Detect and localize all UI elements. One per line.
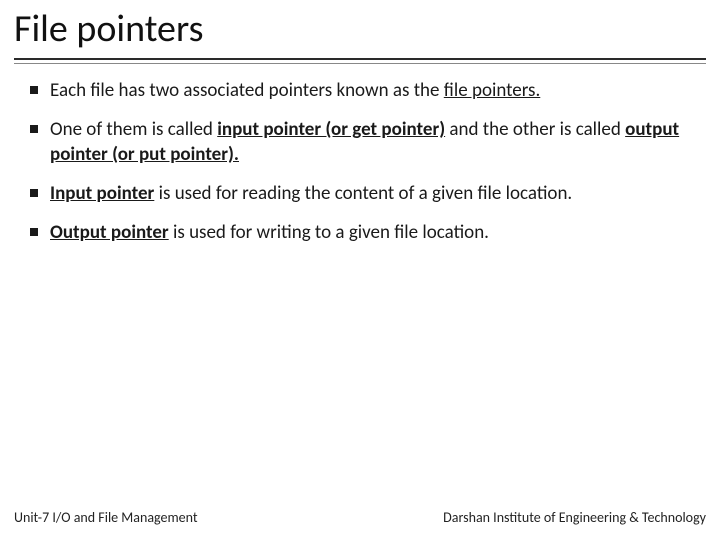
- bullet-text: Input pointer is used for reading the co…: [50, 181, 694, 206]
- bullet-text-em1: file pointers.: [444, 79, 540, 102]
- bullet-text-em1: Input pointer: [50, 182, 154, 205]
- bullet-text-mid: is used for writing to a given file loca…: [169, 221, 489, 244]
- bullet-text: Each file has two associated pointers kn…: [50, 78, 694, 103]
- footer-left: Unit-7 I/O and File Management: [14, 509, 198, 526]
- bullet-list: Each file has two associated pointers kn…: [0, 64, 720, 245]
- bullet-marker-icon: [30, 189, 38, 197]
- bullet-text: One of them is called input pointer (or …: [50, 117, 694, 167]
- bullet-text-pre: Each file has two associated pointers kn…: [50, 79, 444, 102]
- bullet-text: Output pointer is used for writing to a …: [50, 220, 694, 245]
- bullet-item: Output pointer is used for writing to a …: [30, 220, 694, 245]
- bullet-text-em1: Output pointer: [50, 221, 169, 244]
- bullet-marker-icon: [30, 125, 38, 133]
- title-rule-thick: [14, 58, 706, 60]
- bullet-marker-icon: [30, 86, 38, 94]
- footer: Unit-7 I/O and File Management Darshan I…: [0, 509, 720, 526]
- bullet-marker-icon: [30, 228, 38, 236]
- bullet-text-em1: input pointer (or get pointer): [217, 118, 445, 141]
- bullet-text-mid: and the other is called: [445, 118, 625, 141]
- slide: File pointers Each file has two associat…: [0, 0, 720, 540]
- bullet-item: Input pointer is used for reading the co…: [30, 181, 694, 206]
- title-block: File pointers: [0, 0, 720, 52]
- footer-right: Darshan Institute of Engineering & Techn…: [443, 509, 706, 526]
- slide-title: File pointers: [14, 6, 720, 52]
- bullet-item: One of them is called input pointer (or …: [30, 117, 694, 167]
- bullet-text-mid: is used for reading the content of a giv…: [154, 182, 572, 205]
- bullet-item: Each file has two associated pointers kn…: [30, 78, 694, 103]
- bullet-text-pre: One of them is called: [50, 118, 217, 141]
